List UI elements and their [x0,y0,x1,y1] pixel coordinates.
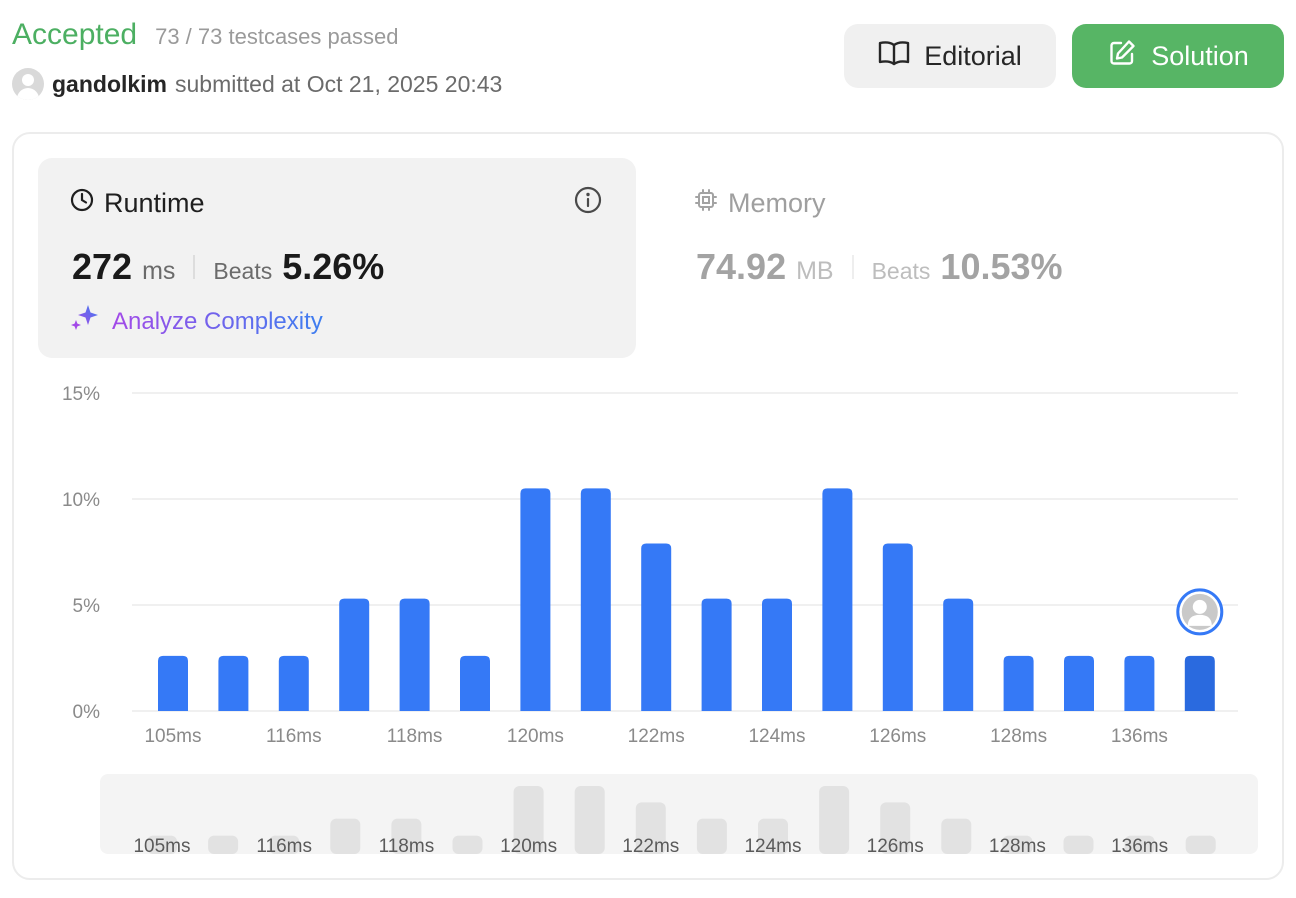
x-tick-label: 136ms [1111,726,1168,747]
overview-tick-label: 105ms [133,836,190,857]
x-tick-label: 118ms [387,726,443,747]
x-tick-label: 128ms [990,726,1047,747]
y-tick-label: 15% [62,384,100,405]
overview-bar [941,818,972,854]
overview-bar [330,818,361,854]
y-tick-label: 10% [62,490,100,511]
overview-bar [208,835,239,854]
overview-bar [1185,835,1216,854]
overview-tick-label: 120ms [500,836,557,857]
overview-tick-label: 124ms [744,836,801,857]
overview-bar [1063,835,1094,854]
x-tick-label: 126ms [869,726,926,747]
runtime-bar[interactable] [882,543,913,711]
user-marker-avatar-head [1192,599,1207,614]
runtime-bar[interactable] [1184,655,1215,711]
overview-bar [696,818,727,854]
overview-tick-label: 122ms [622,836,679,857]
runtime-bar[interactable] [822,488,853,711]
runtime-bar[interactable] [701,598,732,711]
runtime-bar[interactable] [641,543,672,711]
runtime-bar[interactable] [1064,655,1094,711]
x-tick-label: 116ms [266,726,322,747]
x-tick-label: 122ms [628,726,685,747]
x-tick-label: 120ms [507,726,564,747]
runtime-bar[interactable] [460,655,490,711]
overview-bar [452,835,483,854]
overview-bar [574,786,605,854]
runtime-bar[interactable] [520,488,551,711]
overview-tick-label: 126ms [867,836,924,857]
overview-tick-label: 128ms [989,836,1046,857]
runtime-bar[interactable] [218,655,249,711]
runtime-distribution-chart: 0% 5% 10% 15% 105ms 116ms 118ms 120ms 122ms 124ms… [62,384,1238,857]
x-tick-label: 105ms [144,726,201,747]
overview-tick-label: 136ms [1111,836,1168,857]
runtime-bar[interactable] [399,598,430,711]
overview-bar [819,786,850,854]
runtime-bar[interactable] [580,488,611,711]
runtime-bar[interactable] [1124,655,1155,711]
overview-tick-label: 118ms [379,836,435,857]
y-tick-label: 0% [73,702,101,723]
runtime-bar[interactable] [1003,655,1034,711]
y-tick-label: 5% [73,596,101,617]
x-tick-label: 124ms [748,726,805,747]
runtime-bar[interactable] [762,598,792,711]
runtime-bar[interactable] [278,655,309,711]
overview-tick-label: 116ms [256,836,312,857]
runtime-bar[interactable] [943,598,974,711]
runtime-bar[interactable] [158,655,188,711]
runtime-bar[interactable] [339,598,370,711]
